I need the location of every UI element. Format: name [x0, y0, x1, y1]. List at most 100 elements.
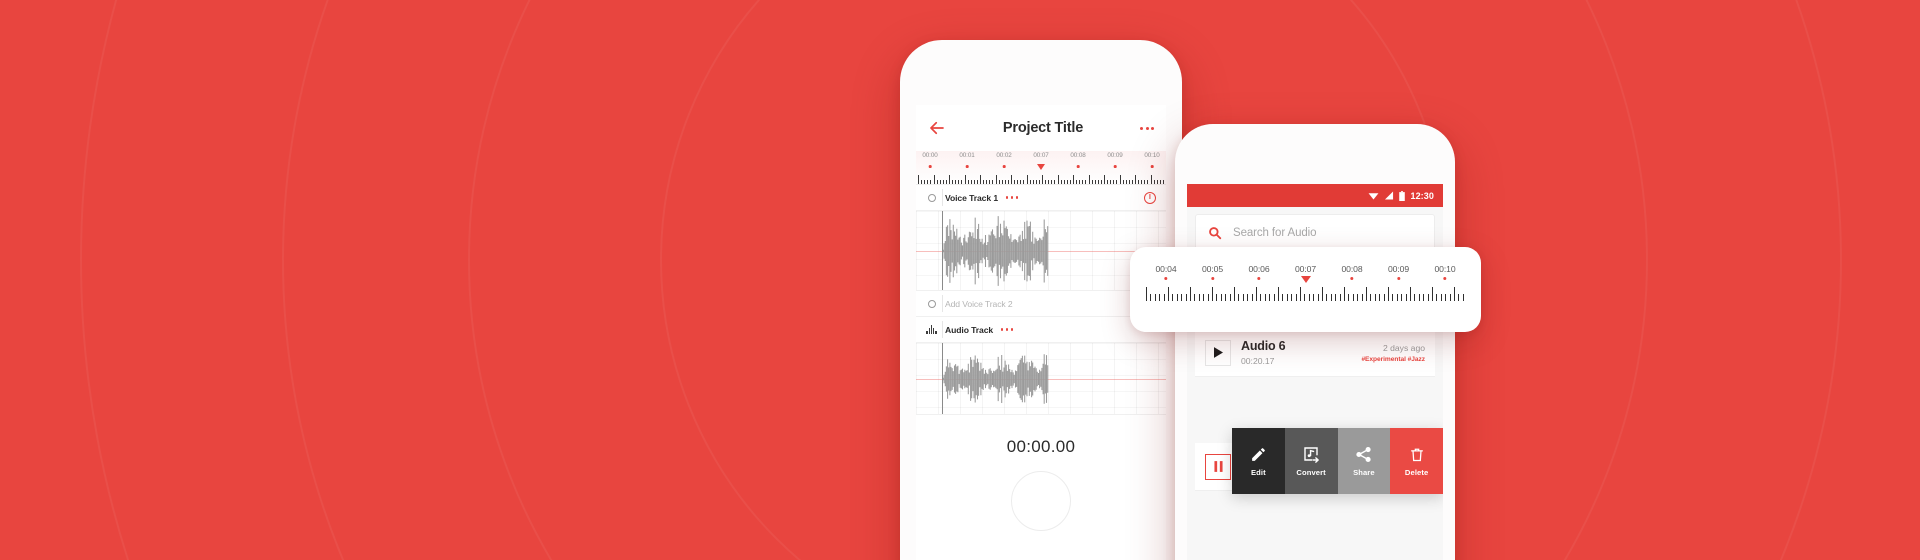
ruler-tick [1156, 179, 1158, 184]
ruler-tick [1383, 294, 1385, 301]
ruler-tick [1432, 287, 1433, 301]
waveform-lane-voice-1[interactable] [916, 211, 1166, 291]
ruler-tick [1150, 175, 1152, 184]
ruler-tick [986, 179, 988, 184]
music-export-icon [1304, 447, 1319, 463]
ruler-tick [1410, 287, 1411, 301]
ruler-marker-row [916, 164, 1166, 173]
more-dots-icon[interactable] [1001, 328, 1014, 331]
audio-title: Audio 6 [1241, 339, 1286, 354]
ruler-ticks [1144, 285, 1467, 301]
pause-button[interactable] [1205, 453, 1231, 480]
ruler-tick [1162, 179, 1164, 184]
share-button[interactable]: Share [1337, 428, 1391, 494]
track-header-voice-1[interactable]: Voice Track 1 [916, 185, 1166, 211]
ruler-tick [1125, 179, 1127, 184]
ruler-tick [1361, 294, 1363, 301]
ruler-tick [1147, 179, 1149, 184]
ruler-tick [1054, 179, 1056, 184]
ruler-tick [1023, 179, 1025, 184]
trash-icon [1410, 448, 1423, 461]
waveform-icon [926, 325, 937, 334]
ruler-tick [949, 175, 950, 184]
playhead-marker [1300, 276, 1311, 283]
ruler-tick [1085, 179, 1087, 184]
edit-button[interactable]: Edit [1232, 428, 1285, 494]
more-dots-icon[interactable] [1006, 196, 1019, 199]
ruler-tick [1020, 179, 1022, 184]
ruler-tick [1119, 175, 1121, 184]
ruler-tick [1335, 294, 1337, 301]
wifi-icon [1369, 193, 1379, 200]
ruler-tick [1225, 294, 1227, 301]
ruler-label-row: 00:00 00:01 00:02 00:07 00:08 00:09 00:10 [916, 151, 1166, 164]
ruler-tick [1454, 287, 1455, 301]
more-horizontal-icon[interactable] [1140, 126, 1154, 130]
track-header-audio[interactable]: Audio Track [916, 317, 1166, 343]
ruler-tick [1100, 179, 1102, 184]
ruler-tick [945, 179, 947, 184]
ruler-tick [1094, 179, 1096, 184]
ruler-tick [1273, 294, 1275, 301]
ruler-tick [1029, 179, 1031, 184]
ruler-tick-label: 00:07 [1294, 264, 1317, 274]
ruler-tick [1264, 294, 1266, 301]
ruler-tick [1159, 179, 1161, 184]
ruler-tick [1069, 179, 1071, 184]
track-name: Audio Track [945, 324, 994, 335]
list-item-meta: 2 days ago #Experimental #Jazz [1361, 343, 1425, 363]
ruler-tick [1138, 179, 1140, 184]
arrow-left-icon[interactable] [928, 119, 946, 137]
ruler-tick [1042, 175, 1043, 184]
ruler-tick [1141, 179, 1143, 184]
ruler-marker [1396, 277, 1401, 281]
ruler-tick [1190, 287, 1191, 301]
track-header-add-voice-2[interactable]: Add Voice Track 2 [916, 291, 1166, 317]
ruler-tick-label: 00:06 [1248, 264, 1270, 274]
ruler-marker [1002, 165, 1006, 168]
audio-tags: #Experimental #Jazz [1361, 355, 1425, 363]
waveform-lane-audio[interactable] [916, 343, 1166, 415]
status-bar-time: 12:30 [1410, 190, 1434, 201]
ruler-tick-label: 00:08 [1341, 264, 1363, 274]
ruler-tick [1079, 179, 1081, 184]
signal-icon [1385, 191, 1394, 200]
waveform-voice-1 [942, 216, 1049, 286]
editor-screen: Project Title 00:00 00:01 00:02 00:07 00:08 0… [916, 105, 1166, 560]
ruler-tick [1153, 179, 1155, 184]
delete-button[interactable]: Delete [1390, 428, 1443, 494]
ruler-tick [1229, 294, 1231, 301]
ruler-tick [1339, 294, 1341, 301]
ruler-marker [1150, 165, 1154, 168]
ruler-tick [1357, 294, 1359, 301]
ruler-tick [1440, 294, 1442, 301]
ruler-tick [1256, 287, 1257, 301]
record-power-icon[interactable] [1144, 191, 1156, 204]
ruler-tick [1168, 287, 1169, 301]
ruler-tick [1048, 179, 1050, 184]
convert-button[interactable]: Convert [1284, 428, 1338, 494]
ruler-tick [1154, 294, 1156, 301]
ruler-marker [1443, 277, 1447, 281]
audio-duration: 00:20.17 [1241, 355, 1275, 366]
ruler-tick-label: 00:09 [1107, 152, 1123, 159]
ruler-tick [1326, 294, 1328, 301]
playhead[interactable] [942, 343, 944, 414]
ruler-tick [1066, 179, 1068, 184]
floating-timeline-card[interactable]: 00:04 00:05 00:06 00:07 00:08 00:09 00:10 [1130, 247, 1481, 332]
playhead[interactable] [942, 211, 944, 290]
editor-timeline-ruler[interactable]: 00:00 00:01 00:02 00:07 00:08 00:09 00:10 [916, 151, 1166, 185]
play-icon [1213, 347, 1223, 358]
ruler-tick [992, 179, 994, 184]
record-button[interactable] [1011, 471, 1071, 531]
ruler-tick [1247, 294, 1249, 301]
ruler-marker [1350, 277, 1354, 281]
ruler-tick [1082, 179, 1084, 184]
ruler-tick [989, 179, 991, 184]
ruler-tick [1007, 179, 1009, 184]
play-button[interactable] [1205, 339, 1231, 366]
ruler-tick [1286, 294, 1288, 301]
ruler-tick [955, 179, 957, 184]
ruler-marker [1113, 165, 1117, 168]
list-item[interactable]: Audio 6 00:20.17 2 days ago #Experimenta… [1195, 329, 1435, 377]
